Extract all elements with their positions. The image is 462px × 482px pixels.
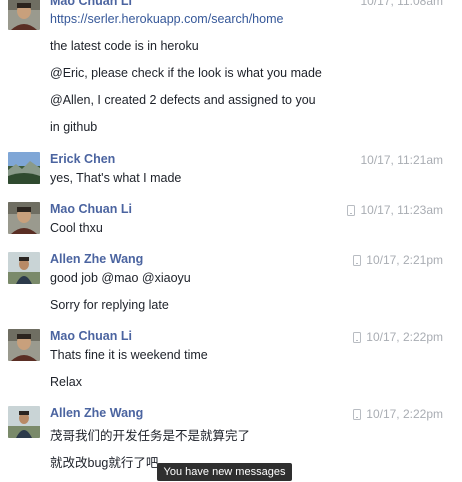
mobile-phone-icon (347, 204, 356, 216)
new-messages-notice[interactable]: You have new messages (157, 463, 292, 481)
mobile-phone-icon (353, 331, 362, 343)
message-text: yes, That's what I made (50, 171, 182, 185)
message-link[interactable]: https://serler.herokuapp.com/search/home (50, 12, 283, 26)
message-text: @Allen, I created 2 defects and assigned… (50, 93, 316, 107)
timestamp: 10/17, 2:21pm (353, 253, 443, 267)
timestamp-text: 10/17, 11:08am (360, 0, 443, 8)
message-text: Thats fine it is weekend time (50, 348, 208, 362)
avatar-allen-zhe-wang[interactable] (8, 406, 40, 438)
mobile-phone-icon (353, 254, 362, 266)
timestamp: 10/17, 2:22pm (353, 407, 443, 421)
chat-conversation: Mao Chuan Li 10/17, 11:08am https://serl… (0, 0, 462, 482)
sender-name[interactable]: Mao Chuan Li (50, 202, 132, 216)
sender-name[interactable]: Erick Chen (50, 152, 115, 166)
timestamp-text: 10/17, 2:22pm (366, 330, 443, 344)
message-text: 就改改bug就行了吧 (50, 456, 159, 470)
avatar-mao-chuan-li[interactable] (8, 329, 40, 361)
timestamp: 10/17, 11:23am (347, 203, 443, 217)
message-text: 茂哥我们的开发任务是不是就算完了 (50, 429, 251, 443)
timestamp: 10/17, 11:08am (360, 0, 443, 8)
timestamp: 10/17, 2:22pm (353, 330, 443, 344)
sender-name[interactable]: Allen Zhe Wang (50, 406, 143, 420)
message-text: Relax (50, 375, 82, 389)
sender-name[interactable]: Mao Chuan Li (50, 329, 132, 343)
message-text: good job @mao @xiaoyu (50, 271, 191, 285)
avatar-mao-chuan-li[interactable] (8, 202, 40, 234)
timestamp-text: 10/17, 11:21am (360, 153, 443, 167)
message-text: in github (50, 120, 98, 134)
avatar-allen-zhe-wang[interactable] (8, 252, 40, 284)
timestamp-text: 10/17, 2:22pm (366, 407, 443, 421)
message-text: @Eric, please check if the look is what … (50, 66, 322, 80)
sender-name[interactable]: Allen Zhe Wang (50, 252, 143, 266)
timestamp-text: 10/17, 11:23am (360, 203, 443, 217)
message-text: the latest code is in heroku (50, 39, 199, 53)
message-text: Sorry for replying late (50, 298, 169, 312)
mobile-phone-icon (353, 408, 362, 420)
message-text: Cool thxu (50, 221, 103, 235)
sender-name[interactable]: Mao Chuan Li (50, 0, 132, 8)
timestamp: 10/17, 11:21am (360, 153, 443, 167)
timestamp-text: 10/17, 2:21pm (366, 253, 443, 267)
avatar-erick-chen[interactable] (8, 152, 40, 184)
avatar-mao-chuan-li[interactable] (8, 0, 40, 30)
